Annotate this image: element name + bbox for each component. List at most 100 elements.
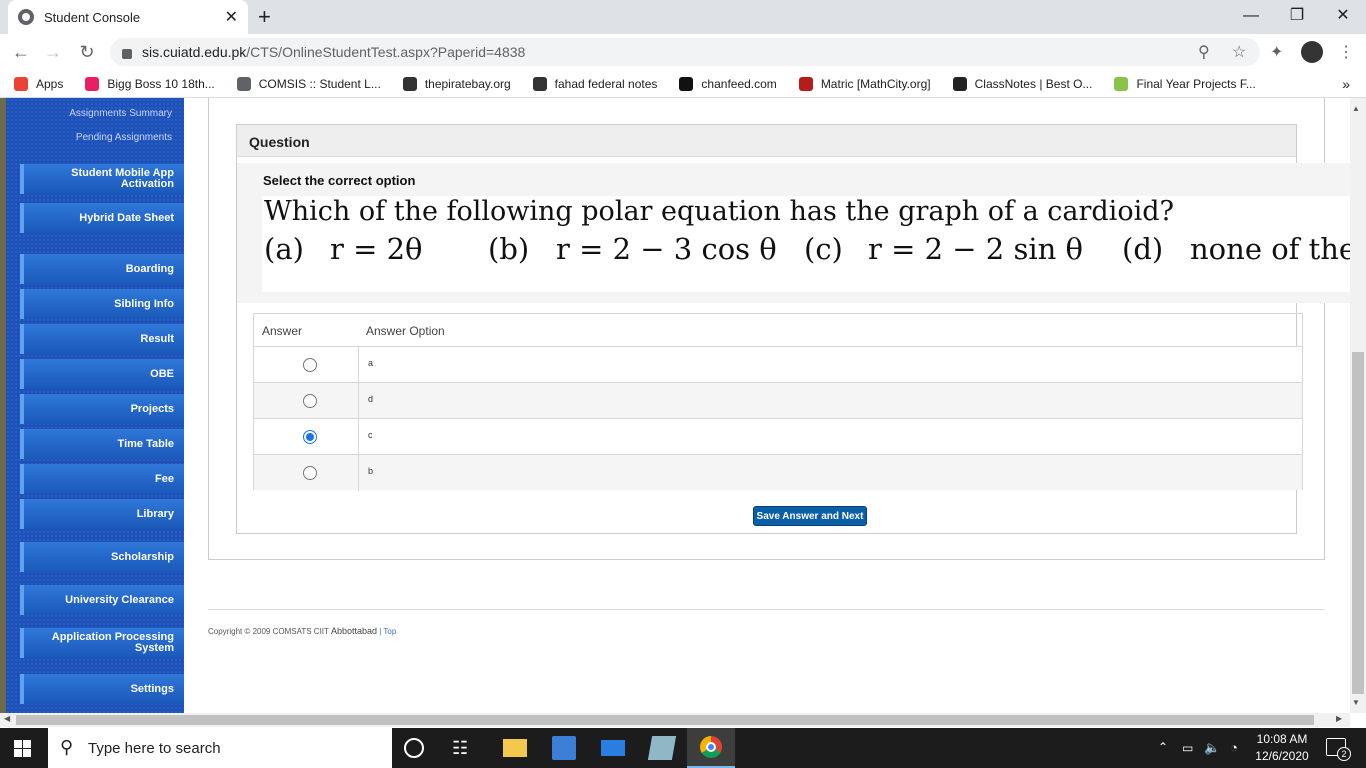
- close-window-icon[interactable]: ✕: [1320, 4, 1366, 28]
- option-c-expr: r = 2 − 2 sin θ: [868, 232, 1083, 266]
- sidebar-item-library[interactable]: Library: [20, 499, 184, 529]
- option-c-label: (c): [804, 232, 843, 266]
- notification-count: 2: [1337, 747, 1351, 761]
- notes-app-icon[interactable]: [647, 736, 677, 760]
- bookmarks-more-icon[interactable]: »: [1342, 76, 1350, 92]
- bookmark-label: Bigg Boss 10 18th...: [107, 76, 215, 91]
- profile-avatar[interactable]: [1301, 41, 1323, 63]
- clock-time: 10:08 AM: [1256, 732, 1308, 746]
- row-divider: [358, 419, 359, 455]
- bookmark-item[interactable]: fahad federal notes: [532, 76, 657, 91]
- bookmark-label: COMSIS :: Student L...: [258, 76, 381, 91]
- vertical-scroll-thumb[interactable]: [1352, 352, 1364, 694]
- scroll-right-icon[interactable]: ▶: [1336, 714, 1342, 723]
- extensions-icon[interactable]: ✦: [1270, 42, 1283, 62]
- volume-icon[interactable]: 🔈: [1204, 740, 1220, 756]
- bookmark-item[interactable]: thepiratebay.org: [402, 76, 511, 91]
- store-icon[interactable]: [552, 736, 576, 760]
- sidebar-item-application-processing-system[interactable]: Application Processing System: [20, 628, 184, 658]
- bookmark-item[interactable]: Bigg Boss 10 18th...: [85, 76, 215, 91]
- answer-option-label: d: [368, 394, 374, 404]
- windows-start-icon[interactable]: [14, 740, 32, 758]
- tab-title: Student Console: [44, 9, 141, 25]
- horizontal-scroll-thumb[interactable]: [16, 715, 1314, 725]
- zoom-icon[interactable]: ⚲: [1198, 42, 1210, 62]
- sidebar-sublink[interactable]: Assignments Summary: [69, 108, 172, 119]
- bookmark-favicon-icon: [1114, 76, 1129, 91]
- battery-icon[interactable]: ▭: [1182, 741, 1193, 755]
- sidebar-item-sibling-info[interactable]: Sibling Info: [20, 289, 184, 319]
- sidebar-item-hybrid-date-sheet[interactable]: Hybrid Date Sheet: [20, 203, 184, 233]
- sidebar-item-fee[interactable]: Fee: [20, 464, 184, 494]
- sidebar-item-obe[interactable]: OBE: [20, 359, 184, 389]
- answer-radio[interactable]: [303, 466, 317, 480]
- notifications-icon[interactable]: 2: [1326, 738, 1351, 761]
- browser-tab[interactable]: Student Console ✕: [8, 0, 248, 34]
- bookmark-favicon-icon: [952, 76, 967, 91]
- question-instruction: Select the correct option: [263, 173, 416, 188]
- tray-chevron-icon[interactable]: ⌃: [1158, 740, 1168, 754]
- footer: Copyright © 2009 COMSATS CIIT Abbottabad…: [208, 626, 396, 636]
- cortana-icon[interactable]: [404, 738, 424, 758]
- bookmark-apps[interactable]: Apps: [14, 76, 64, 91]
- bookmark-favicon-icon: [532, 76, 547, 91]
- address-bar[interactable]: sis.cuiatd.edu.pk/CTS/OnlineStudentTest.…: [110, 38, 1260, 66]
- row-divider: [358, 347, 359, 383]
- footer-divider: [208, 609, 1325, 610]
- sidebar-item-projects[interactable]: Projects: [20, 394, 184, 424]
- option-b-expr: r = 2 − 3 cos θ: [556, 232, 777, 266]
- row-divider: [358, 455, 359, 491]
- sidebar-item-time-table[interactable]: Time Table: [20, 429, 184, 459]
- wifi-icon[interactable]: ◔: [1230, 740, 1238, 755]
- task-view-icon[interactable]: ☷: [452, 738, 468, 759]
- search-placeholder: Type here to search: [88, 739, 221, 757]
- sidebar: Assignments Summary Pending Assignments …: [6, 98, 184, 713]
- answer-table: Answer Answer Option a d c b: [253, 313, 1303, 491]
- scroll-down-icon[interactable]: ▼: [1352, 698, 1360, 707]
- file-explorer-icon[interactable]: [503, 739, 527, 757]
- forward-icon[interactable]: →: [42, 42, 64, 63]
- reload-icon[interactable]: ↻: [76, 42, 98, 63]
- back-icon[interactable]: ←: [10, 42, 32, 63]
- bookmark-item[interactable]: Matric [MathCity.org]: [798, 76, 931, 91]
- sidebar-item-student-mobile-app-activation[interactable]: Student Mobile App Activation: [20, 164, 184, 194]
- question-header: Question: [237, 125, 1296, 157]
- minimize-icon[interactable]: —: [1228, 4, 1274, 28]
- clock-date: 12/6/2020: [1255, 749, 1309, 763]
- option-b-label: (b): [488, 232, 530, 266]
- sidebar-item-boarding[interactable]: Boarding: [20, 254, 184, 284]
- restore-icon[interactable]: ❐: [1274, 4, 1320, 28]
- bookmark-label: ClassNotes | Best O...: [974, 76, 1093, 91]
- sidebar-item-settings[interactable]: Settings: [20, 674, 184, 704]
- chrome-taskbar-button[interactable]: [687, 728, 735, 768]
- scroll-left-icon[interactable]: ◀: [4, 714, 10, 723]
- bookmark-label: Apps: [36, 76, 64, 91]
- answer-radio[interactable]: [303, 358, 317, 372]
- bookmark-item[interactable]: COMSIS :: Student L...: [236, 76, 381, 91]
- top-link[interactable]: Top: [383, 627, 396, 636]
- scroll-up-icon[interactable]: ▲: [1352, 104, 1360, 113]
- mail-icon[interactable]: [601, 740, 625, 756]
- close-tab-icon[interactable]: ✕: [225, 7, 238, 27]
- save-answer-button[interactable]: Save Answer and Next: [753, 506, 867, 526]
- search-icon: ⚲: [60, 737, 74, 757]
- bookmark-item[interactable]: ClassNotes | Best O...: [952, 76, 1093, 91]
- bookmark-item[interactable]: chanfeed.com: [679, 76, 777, 91]
- answer-radio[interactable]: [303, 394, 317, 408]
- answer-radio[interactable]: [303, 430, 317, 444]
- sidebar-item-result[interactable]: Result: [20, 324, 184, 354]
- answer-row: b: [254, 454, 1302, 491]
- taskbar-search-box[interactable]: ⚲ Type here to search: [48, 728, 392, 768]
- sidebar-item-scholarship[interactable]: Scholarship: [20, 542, 184, 572]
- bookmark-star-icon[interactable]: ☆: [1232, 42, 1246, 62]
- answer-row: a: [254, 346, 1302, 383]
- sidebar-item-university-clearance[interactable]: University Clearance: [20, 585, 184, 615]
- url-host: sis.cuiatd.edu.pk: [142, 44, 247, 60]
- menu-kebab-icon[interactable]: ⋮: [1338, 42, 1354, 62]
- answer-row: c: [254, 418, 1302, 455]
- sidebar-sublink[interactable]: Pending Assignments: [76, 132, 172, 143]
- system-clock[interactable]: 10:08 AM 12/6/2020: [1250, 731, 1314, 765]
- new-tab-button[interactable]: +: [258, 4, 271, 30]
- bookmark-item[interactable]: Final Year Projects F...: [1114, 76, 1256, 91]
- footer-separator: |: [379, 627, 382, 636]
